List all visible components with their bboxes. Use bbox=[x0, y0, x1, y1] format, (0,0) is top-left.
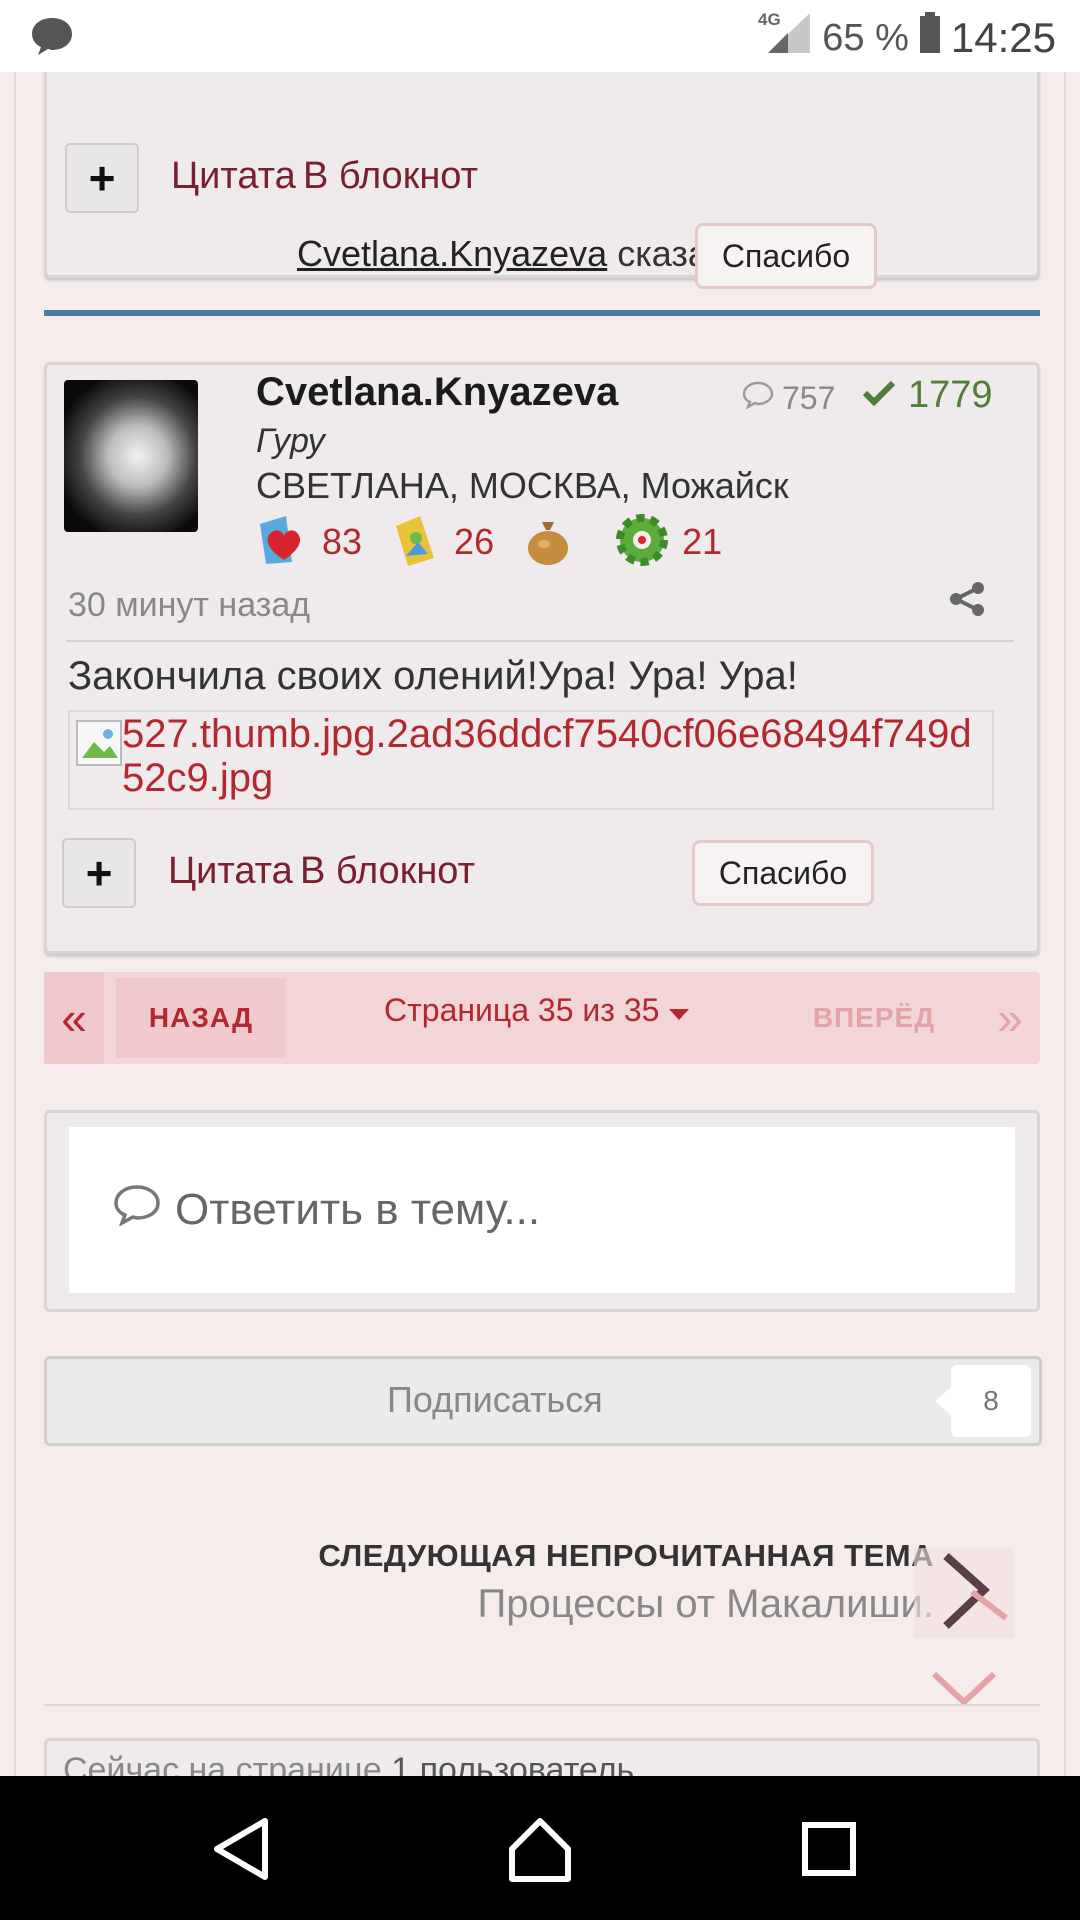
recents-nav-icon[interactable] bbox=[784, 1804, 874, 1894]
chevron-down-icon[interactable] bbox=[914, 1662, 1014, 1722]
next-topic-title[interactable]: Процессы от Макалиши. bbox=[478, 1582, 934, 1627]
comment-icon bbox=[742, 380, 774, 417]
battery-percent: 65 % bbox=[822, 16, 909, 59]
online-count: 1 пользователь bbox=[391, 1751, 635, 1776]
badge-gear[interactable]: 21 bbox=[612, 510, 722, 575]
notebook-link[interactable]: В блокнот bbox=[300, 850, 475, 893]
message-notification-icon bbox=[30, 16, 74, 61]
badge-heart[interactable]: 83 bbox=[256, 512, 362, 573]
navigation-bar bbox=[0, 1776, 1080, 1920]
reputation-value: 1779 bbox=[908, 374, 993, 416]
heart-badge-icon bbox=[256, 512, 312, 573]
money-bag-badge-icon bbox=[520, 512, 576, 573]
reply-placeholder: Ответить в тему... bbox=[175, 1185, 541, 1234]
subscribe-button[interactable]: Подписаться 8 bbox=[44, 1356, 1042, 1446]
post-count-value: 757 bbox=[782, 380, 836, 416]
back-button[interactable]: НАЗАД bbox=[116, 978, 286, 1058]
battery-icon bbox=[919, 12, 941, 64]
post-text: Закончила своих олений!Ура! Ура! Ура! bbox=[68, 654, 798, 698]
post-time[interactable]: 30 минут назад bbox=[68, 586, 310, 625]
post-header-divider bbox=[66, 640, 1014, 642]
next-topic-label: СЛЕДУЮЩАЯ НЕПРОЧИТАННАЯ ТЕМА bbox=[318, 1538, 934, 1573]
reply-box: Ответить в тему... bbox=[44, 1110, 1040, 1312]
post-username[interactable]: Cvetlana.Knyazeva bbox=[256, 370, 618, 415]
forward-button[interactable]: ВПЕРЁД bbox=[784, 978, 964, 1058]
thanks-button[interactable]: Спасибо bbox=[695, 223, 877, 289]
quote-link[interactable]: Цитата bbox=[171, 155, 296, 198]
reply-input[interactable]: Ответить в тему... bbox=[69, 1127, 1015, 1293]
user-location: СВЕТЛАНА, МОСКВА, Можайск bbox=[256, 465, 789, 506]
first-page-button[interactable]: « bbox=[44, 972, 104, 1064]
badge-count: 26 bbox=[454, 521, 495, 562]
attachment[interactable]: 527.thumb.jpg.2ad36ddcf7540cf06e68494f74… bbox=[68, 710, 994, 810]
avatar[interactable] bbox=[64, 380, 198, 532]
section-divider bbox=[44, 1704, 1040, 1706]
share-icon[interactable] bbox=[948, 580, 986, 623]
badge-count: 21 bbox=[682, 521, 723, 562]
caret-down-icon bbox=[669, 992, 690, 1029]
gear-badge-icon bbox=[612, 510, 672, 575]
quote-link[interactable]: Цитата bbox=[168, 850, 293, 893]
status-bar: 4G 65 % 14:25 bbox=[0, 0, 1080, 72]
home-nav-icon[interactable] bbox=[495, 1804, 585, 1894]
chevron-right-icon[interactable] bbox=[914, 1548, 1014, 1638]
said-user-link[interactable]: Cvetlana.Knyazeva bbox=[297, 233, 607, 274]
user-badges: 83 26 21 bbox=[256, 512, 748, 572]
page-content: + Цитата В блокнот Cvetlana.Knyazeva ска… bbox=[14, 72, 1066, 1776]
last-page-button[interactable]: » bbox=[980, 972, 1040, 1064]
subscriber-count: 8 bbox=[935, 1365, 1031, 1437]
user-rank: Гуру bbox=[256, 422, 325, 460]
online-users: Сейчас на странице 1 пользователь bbox=[44, 1738, 1040, 1776]
online-text: Сейчас на странице 1 пользователь bbox=[63, 1751, 634, 1776]
check-icon bbox=[862, 374, 896, 417]
comment-icon bbox=[113, 1184, 161, 1237]
posts-divider bbox=[44, 310, 1040, 316]
attachment-link[interactable]: 527.thumb.jpg.2ad36ddcf7540cf06e68494f74… bbox=[122, 712, 992, 800]
previous-post: + Цитата В блокнот Cvetlana.Knyazeva ска… bbox=[44, 72, 1040, 289]
plus-button[interactable]: + bbox=[62, 838, 136, 908]
page-info: Страница 35 из 35 bbox=[384, 992, 660, 1028]
back-nav-icon[interactable] bbox=[196, 1804, 286, 1894]
clock: 14:25 bbox=[950, 14, 1056, 61]
thanks-button[interactable]: Спасибо bbox=[692, 840, 874, 906]
reputation: 1779 bbox=[862, 374, 993, 417]
signal-icon bbox=[766, 11, 812, 65]
pagination: « НАЗАД Страница 35 из 35 ВПЕРЁД » bbox=[44, 972, 1040, 1064]
online-prefix: Сейчас на странице bbox=[63, 1751, 382, 1776]
page-selector[interactable]: Страница 35 из 35 bbox=[384, 992, 690, 1029]
badge-money[interactable] bbox=[520, 512, 586, 573]
picture-badge-icon bbox=[388, 512, 444, 573]
subscribe-label: Подписаться bbox=[387, 1379, 603, 1420]
notebook-link[interactable]: В блокнот bbox=[303, 155, 478, 198]
badge-picture[interactable]: 26 bbox=[388, 512, 494, 573]
post-count: 757 bbox=[742, 380, 835, 417]
plus-button[interactable]: + bbox=[65, 143, 139, 213]
badge-count: 83 bbox=[322, 521, 363, 562]
broken-image-icon bbox=[76, 720, 122, 766]
